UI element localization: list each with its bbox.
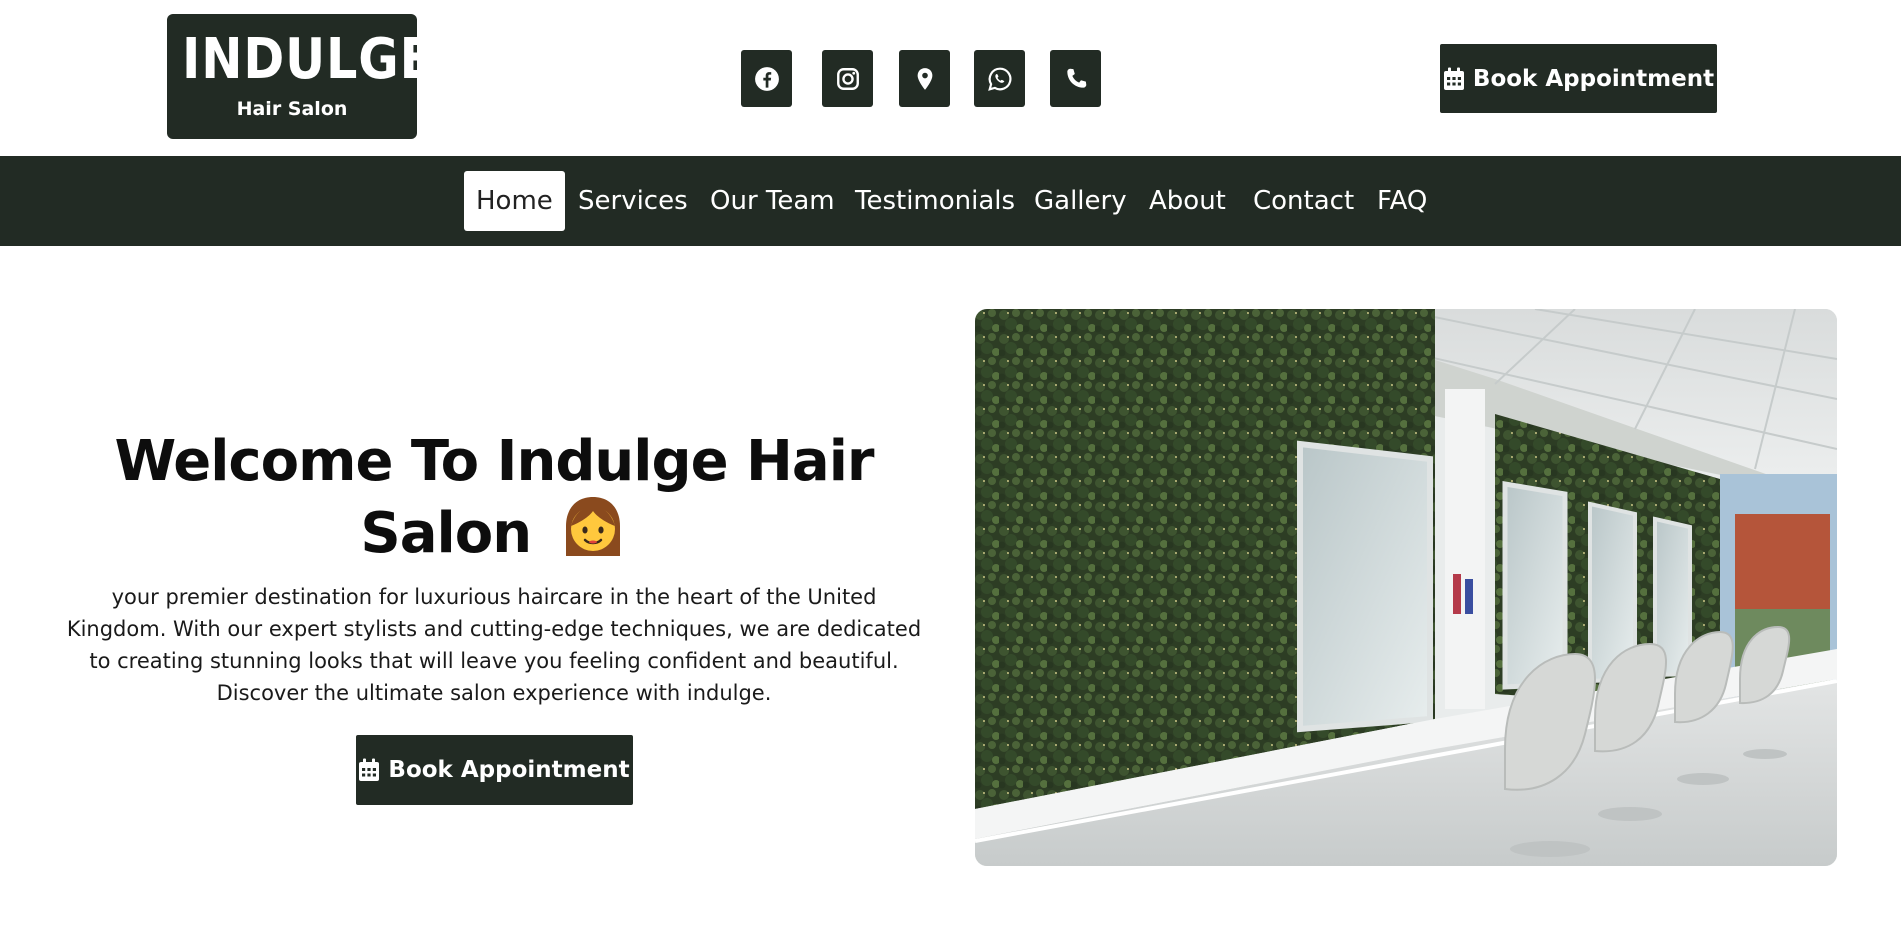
hero-book-appointment-label: Book Appointment (388, 756, 630, 783)
nav-item-gallery[interactable]: Gallery (1034, 171, 1127, 231)
book-appointment-button[interactable]: Book Appointment (1440, 44, 1717, 113)
whatsapp-link[interactable] (974, 50, 1025, 107)
whatsapp-icon (987, 67, 1011, 91)
nav-item-services[interactable]: Services (578, 171, 688, 231)
nav-item-faq[interactable]: FAQ (1377, 171, 1427, 231)
hero-book-appointment-button[interactable]: Book Appointment (355, 734, 633, 805)
map-pin-icon (917, 67, 932, 90)
calendar-icon (1443, 67, 1464, 90)
nav-item-about[interactable]: About (1149, 171, 1226, 231)
site-header: INDULGE Hair Salon Book Appointment (0, 0, 1901, 156)
location-link[interactable] (899, 50, 950, 107)
instagram-icon (836, 67, 859, 90)
facebook-icon (754, 66, 779, 91)
phone-link[interactable] (1050, 50, 1101, 107)
logo-subtitle: Hair Salon (236, 98, 348, 120)
hero-text: Welcome To Indulge Hair Salon your premi… (60, 429, 928, 805)
salon-interior-illustration (975, 309, 1837, 866)
logo-title: INDULGE (182, 27, 435, 92)
instagram-link[interactable] (822, 50, 873, 107)
woman-emoji-icon (565, 497, 620, 557)
nav-item-home[interactable]: Home (464, 171, 565, 231)
facebook-link[interactable] (741, 50, 792, 107)
phone-icon (1066, 68, 1086, 88)
main-nav: Home Services Our Team Testimonials Gall… (0, 156, 1901, 246)
nav-item-testimonials[interactable]: Testimonials (855, 171, 1015, 231)
hero-title: Welcome To Indulge Hair Salon (60, 429, 928, 567)
nav-item-our-team[interactable]: Our Team (710, 171, 835, 231)
book-appointment-label: Book Appointment (1472, 65, 1715, 92)
logo[interactable]: INDULGE Hair Salon (167, 14, 435, 139)
hero-description: your premier destination for luxurious h… (66, 584, 922, 705)
hero-title-text: Welcome To Indulge Hair Salon (114, 429, 874, 567)
nav-item-contact[interactable]: Contact (1253, 171, 1354, 231)
salon-interior-photo (975, 309, 1837, 866)
calendar-icon (359, 758, 380, 781)
